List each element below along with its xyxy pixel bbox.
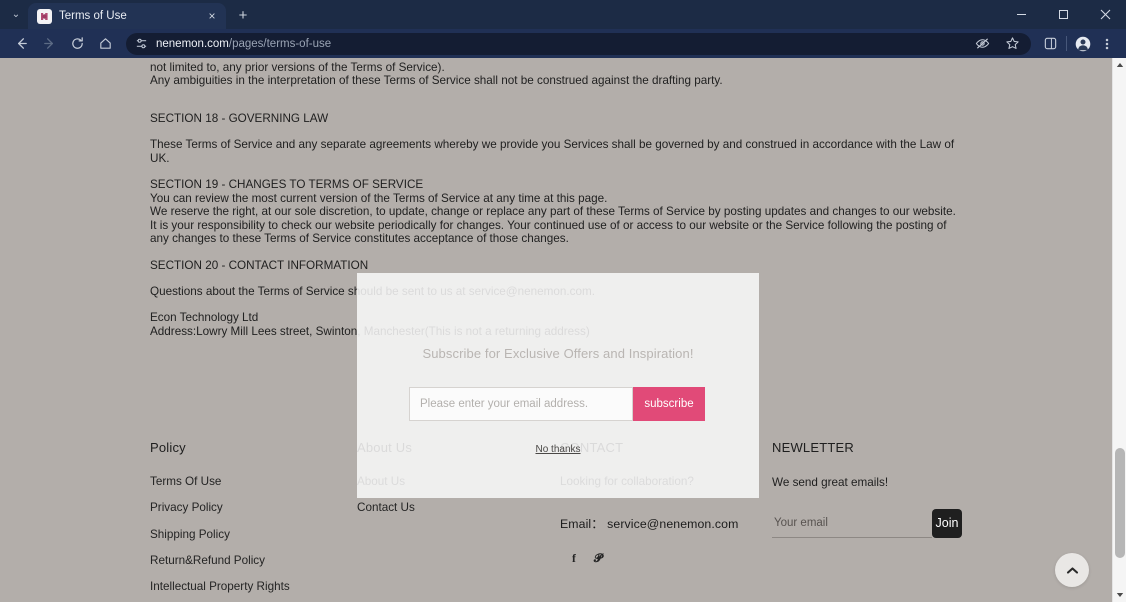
scrollbar-thumb[interactable] — [1115, 448, 1125, 558]
close-window-icon[interactable] — [1084, 0, 1126, 29]
tab-strip: ⌄ Terms of Use × + — [0, 0, 1126, 29]
footer-link-terms-of-use[interactable]: Terms Of Use — [150, 475, 357, 489]
footer-link-contact-us[interactable]: Contact Us — [357, 501, 560, 515]
section-19-paragraph-2: We reserve the right, at our sole discre… — [150, 205, 956, 246]
browser-toolbar: nenemon.com/pages/terms-of-use — [0, 29, 1126, 58]
maximize-icon[interactable] — [1042, 0, 1084, 29]
footer-link-privacy-policy[interactable]: Privacy Policy — [150, 501, 357, 515]
tab-search-chevron-icon[interactable]: ⌄ — [4, 2, 28, 26]
facebook-icon[interactable]: f — [572, 552, 576, 566]
modal-title: Subscribe for Exclusive Offers and Inspi… — [422, 346, 694, 361]
page-viewport: not limited to, any prior versions of th… — [0, 58, 1126, 602]
url-domain: nenemon.com — [156, 37, 229, 50]
split-screen-icon[interactable] — [1039, 33, 1061, 55]
page-content: not limited to, any prior versions of th… — [0, 58, 1112, 602]
kebab-menu-icon[interactable] — [1096, 33, 1118, 55]
new-tab-icon[interactable]: + — [230, 2, 256, 28]
newsletter-email-input[interactable] — [772, 508, 932, 538]
modal-dismiss-link[interactable]: No thanks — [357, 444, 759, 455]
footer-bottom-bar: English Terms Of Use Privacy Policy Ship… — [0, 568, 1112, 602]
footer-heading-newsletter: NEWLETTER — [772, 440, 854, 455]
eye-slash-icon[interactable] — [971, 33, 993, 55]
pinterest-icon[interactable]: 𝓟 — [594, 552, 602, 566]
url-path: /pages/terms-of-use — [228, 37, 332, 50]
browser-tab-terms-of-use[interactable]: Terms of Use × — [28, 3, 226, 29]
omnibox-actions — [971, 33, 1025, 55]
modal-email-input[interactable] — [409, 387, 633, 421]
tab-close-icon[interactable]: × — [204, 8, 220, 24]
section-19-paragraph-1: You can review the most current version … — [150, 191, 608, 205]
bookmark-star-icon[interactable] — [1001, 33, 1023, 55]
modal-inner: Subscribe for Exclusive Offers and Inspi… — [357, 273, 759, 498]
scroll-to-top-button[interactable] — [1055, 553, 1089, 587]
site-settings-tune-icon[interactable] — [134, 37, 148, 51]
tab-title: Terms of Use — [59, 10, 127, 22]
footer-contact-email: Email： service@nenemon.com — [560, 516, 739, 531]
footer-heading-policy: Policy — [150, 440, 186, 455]
toolbar-divider — [1066, 36, 1067, 51]
forward-icon[interactable] — [36, 32, 62, 56]
terms-line-clipped: not limited to, any prior versions of th… — [150, 61, 445, 74]
section-18-heading: SECTION 18 - GOVERNING LAW — [150, 111, 329, 125]
reload-icon[interactable] — [64, 32, 90, 56]
back-icon[interactable] — [8, 32, 34, 56]
section-18-body: These Terms of Service and any separate … — [150, 138, 955, 165]
footer-link-return-refund-policy[interactable]: Return&Refund Policy — [150, 554, 357, 568]
home-icon[interactable] — [92, 32, 118, 56]
window-controls — [1000, 0, 1126, 29]
footer-link-shipping-policy[interactable]: Shipping Policy — [150, 528, 357, 542]
terms-line-ambiguities: Any ambiguities in the interpretation of… — [150, 74, 723, 88]
address-bar-url: nenemon.com/pages/terms-of-use — [156, 38, 963, 50]
address-bar[interactable]: nenemon.com/pages/terms-of-use — [126, 32, 1031, 55]
minimize-icon[interactable] — [1000, 0, 1042, 29]
favicon-icon — [37, 8, 52, 24]
browser-window: ⌄ Terms of Use × + nenemon.com/pages/ter… — [0, 0, 1126, 602]
newsletter-subscribe-modal: Subscribe for Exclusive Offers and Inspi… — [357, 273, 759, 498]
section-20-heading: SECTION 20 - CONTACT INFORMATION — [150, 258, 369, 272]
newsletter-description: We send great emails! — [772, 476, 889, 489]
modal-subscribe-form: subscribe — [409, 387, 705, 421]
newsletter-join-button[interactable]: Join — [932, 508, 962, 538]
profile-account-icon[interactable] — [1072, 33, 1094, 55]
page-scrollbar[interactable] — [1112, 58, 1126, 602]
newsletter-signup-row: Join — [772, 508, 962, 538]
scrollbar-down-arrow[interactable] — [1113, 588, 1126, 602]
section-19-heading: SECTION 19 - CHANGES TO TERMS OF SERVICE — [150, 178, 424, 192]
modal-subscribe-button[interactable]: subscribe — [633, 387, 705, 421]
scrollbar-up-arrow[interactable] — [1113, 58, 1126, 72]
chevron-up-icon — [1066, 566, 1079, 575]
